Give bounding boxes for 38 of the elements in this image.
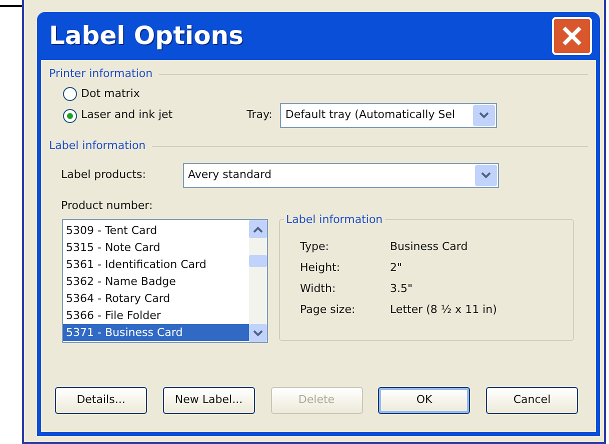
list-item[interactable]: 5364 - Rotary Card bbox=[63, 290, 249, 307]
field-label: Page size: bbox=[300, 302, 356, 318]
list-item[interactable]: 5309 - Tent Card bbox=[63, 222, 249, 239]
field-value: Letter (8 ½ x 11 in) bbox=[390, 302, 497, 318]
dialog-button[interactable]: Cancel bbox=[486, 387, 578, 414]
list-item[interactable]: 5371 - Business Card bbox=[63, 324, 249, 341]
scroll-thumb[interactable] bbox=[249, 255, 267, 267]
chevron-down-icon bbox=[479, 112, 490, 119]
field-value: Business Card bbox=[390, 239, 468, 255]
field-label: Type: bbox=[300, 239, 330, 255]
field-value: 3.5" bbox=[390, 281, 413, 297]
field-label: Label products: bbox=[61, 166, 147, 183]
field-label: Product number: bbox=[61, 198, 153, 214]
field-value: 2" bbox=[390, 260, 402, 276]
scrollbar[interactable] bbox=[249, 220, 267, 342]
field-label: Height: bbox=[300, 260, 342, 276]
chevron-down-icon bbox=[253, 330, 263, 336]
section-title: Printer information bbox=[49, 66, 153, 82]
dropdown-field[interactable]: Avery standard bbox=[183, 162, 499, 188]
window-title: Label Options bbox=[49, 20, 244, 52]
radio-option[interactable]: Laser and ink jet bbox=[63, 107, 173, 124]
chevron-down-icon bbox=[481, 172, 491, 178]
chevron-up-icon bbox=[253, 226, 263, 232]
close-button[interactable] bbox=[552, 17, 592, 55]
list-item[interactable]: 5361 - Identification Card bbox=[63, 256, 249, 273]
dialog-button[interactable]: OK bbox=[378, 387, 470, 414]
list-item[interactable]: 5315 - Note Card bbox=[63, 239, 249, 256]
close-icon bbox=[561, 25, 583, 47]
list-item[interactable]: 5362 - Name Badge bbox=[63, 273, 249, 290]
field-label: Tray: bbox=[246, 107, 272, 124]
list-item[interactable]: 5366 - File Folder bbox=[63, 307, 249, 324]
dialog-button[interactable]: Details... bbox=[55, 387, 147, 414]
dialog-button[interactable]: New Label... bbox=[162, 387, 255, 414]
product-list[interactable]: 5309 - Tent Card 5315 - Note Card 5361 - Identification Card 5362 - Name Badge 5364 - Rotary Card 5366 - File Folder 5371 - Business Card bbox=[62, 219, 268, 343]
dropdown-field[interactable]: Default tray (Automatically Sel bbox=[280, 103, 498, 128]
section-title: Label information bbox=[49, 138, 146, 154]
field-label: Width: bbox=[300, 281, 337, 297]
radio-option[interactable]: Dot matrix bbox=[63, 86, 140, 102]
